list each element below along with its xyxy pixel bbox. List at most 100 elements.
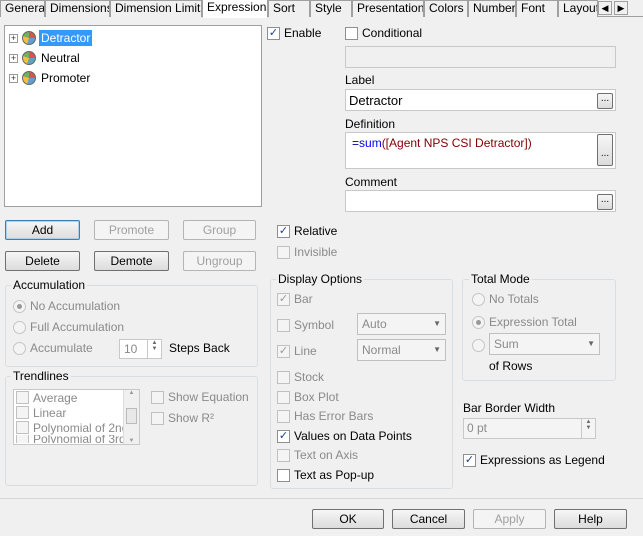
no-totals-label: No Totals — [489, 292, 539, 306]
tab-sort[interactable]: Sort — [268, 0, 310, 17]
values-on-data-points-checkbox[interactable]: ✓ Values on Data Points — [277, 428, 412, 444]
steps-back-label: Steps Back — [169, 341, 230, 355]
chevron-down-icon: ▼ — [433, 345, 441, 354]
bar-checkbox[interactable]: ✓ Bar — [277, 291, 313, 307]
delete-button[interactable]: Delete — [5, 251, 80, 271]
sum-dropdown[interactable]: Sum ▼ — [489, 333, 600, 355]
add-button[interactable]: Add — [5, 220, 80, 240]
bar-border-width-spinner[interactable]: 0 pt ▲ ▼ — [463, 418, 596, 439]
tab-font[interactable]: Font — [516, 0, 558, 17]
conditional-checkbox[interactable]: Conditional — [345, 25, 422, 41]
ok-button[interactable]: OK — [312, 509, 384, 529]
definition-field[interactable]: =sum([Agent NPS CSI Detractor]) — [345, 132, 616, 169]
expand-icon[interactable]: + — [9, 73, 18, 83]
spin-arrows[interactable]: ▲ ▼ — [581, 419, 595, 438]
list-item[interactable]: Average — [14, 390, 139, 405]
demote-button[interactable]: Demote — [94, 251, 169, 271]
tab-layout[interactable]: Layout — [558, 0, 598, 17]
relative-checkbox[interactable]: ✓ Relative — [277, 223, 337, 239]
ungroup-button[interactable]: Ungroup — [183, 251, 256, 271]
check-icon: ✓ — [267, 26, 280, 40]
scroll-thumb[interactable] — [126, 408, 137, 424]
symbol-checkbox[interactable]: Symbol — [277, 317, 334, 333]
stock-checkbox[interactable]: Stock — [277, 369, 324, 385]
spin-down-icon[interactable]: ▼ — [582, 425, 595, 431]
radio-icon — [472, 292, 485, 306]
definition-ellipsis-button[interactable]: ... — [597, 134, 613, 166]
label-ellipsis-button[interactable]: ... — [597, 93, 613, 109]
label-field[interactable]: Detractor — [345, 89, 616, 111]
list-item-label: Linear — [33, 405, 67, 420]
expand-icon[interactable]: + — [9, 53, 18, 63]
tab-scroll-right-button[interactable]: ▶ — [614, 1, 628, 15]
tab-bar: General Dimensions Dimension Limits Expr… — [0, 0, 643, 18]
accumulate-radio[interactable]: Accumulate — [13, 340, 93, 356]
tab-style[interactable]: Style — [310, 0, 352, 17]
full-accumulation-radio[interactable]: Full Accumulation — [13, 319, 124, 335]
check-icon: ✓ — [277, 292, 290, 306]
spin-arrows[interactable]: ▲ ▼ — [147, 340, 161, 358]
tab-number[interactable]: Number — [468, 0, 516, 17]
has-error-bars-checkbox[interactable]: Has Error Bars — [277, 408, 373, 424]
symbol-value: Auto — [362, 317, 387, 331]
tab-presentation[interactable]: Presentation — [352, 0, 424, 17]
cancel-button[interactable]: Cancel — [392, 509, 465, 529]
tab-general[interactable]: General — [0, 0, 45, 17]
group-button[interactable]: Group — [183, 220, 256, 240]
tree-item-neutral[interactable]: + Neutral — [9, 49, 82, 67]
expression-total-radio[interactable]: Expression Total — [472, 314, 577, 330]
list-item[interactable]: Polynomial of 2nd d — [14, 420, 139, 435]
apply-button[interactable]: Apply — [473, 509, 546, 529]
trendlines-list[interactable]: Average Linear Polynomial of 2nd d Polyn… — [13, 389, 140, 445]
no-accumulation-radio[interactable]: No Accumulation — [13, 298, 120, 314]
box-plot-label: Box Plot — [294, 390, 339, 404]
radio-icon — [13, 341, 26, 355]
definition-arg: ([Agent NPS CSI Detractor]) — [381, 136, 532, 150]
conditional-field[interactable] — [345, 46, 616, 68]
expressions-as-legend-checkbox[interactable]: ✓ Expressions as Legend — [463, 452, 605, 468]
help-button[interactable]: Help — [554, 509, 627, 529]
tab-colors[interactable]: Colors — [424, 0, 468, 17]
accumulation-title: Accumulation — [11, 278, 88, 292]
scroll-down-icon[interactable]: ▼ — [124, 438, 139, 444]
invisible-checkbox[interactable]: Invisible — [277, 244, 337, 260]
line-checkbox[interactable]: ✓ Line — [277, 343, 317, 359]
sum-radio[interactable] — [472, 337, 489, 353]
accumulate-label: Accumulate — [30, 341, 93, 355]
tab-expressions[interactable]: Expressions — [202, 0, 268, 18]
line-value: Normal — [362, 343, 401, 357]
enable-checkbox[interactable]: ✓ Enable — [267, 25, 321, 41]
tab-dimensions[interactable]: Dimensions — [45, 0, 110, 17]
tree-item-detractor[interactable]: + Detractor — [9, 29, 93, 47]
comment-caption: Comment — [345, 175, 398, 189]
radio-icon — [13, 299, 26, 313]
list-scrollbar[interactable]: ▲ ▼ — [123, 390, 139, 444]
tab-dimension-limits[interactable]: Dimension Limits — [110, 0, 202, 17]
show-r2-checkbox[interactable]: Show R² — [151, 410, 214, 426]
expressions-tree[interactable]: + Detractor + Neutral + Promoter — [4, 25, 262, 207]
list-item[interactable]: Polynomial of 3rd d — [14, 435, 139, 443]
check-icon: ✓ — [277, 429, 290, 443]
tree-item-promoter[interactable]: + Promoter — [9, 69, 92, 87]
show-equation-checkbox[interactable]: Show Equation — [151, 389, 249, 405]
comment-field[interactable] — [345, 190, 616, 212]
text-on-axis-label: Text on Axis — [294, 448, 359, 462]
tree-item-label: Promoter — [41, 71, 91, 85]
symbol-dropdown[interactable]: Auto ▼ — [357, 313, 446, 335]
text-as-popup-checkbox[interactable]: Text as Pop-up — [277, 467, 374, 483]
steps-back-spinner[interactable]: 10 ▲ ▼ — [119, 339, 162, 359]
text-on-axis-checkbox[interactable]: Text on Axis — [277, 447, 358, 463]
box-plot-checkbox[interactable]: Box Plot — [277, 389, 339, 405]
promote-button[interactable]: Promote — [94, 220, 169, 240]
tab-scroll-left-button[interactable]: ◀ — [598, 1, 612, 15]
radio-icon — [13, 320, 26, 334]
spin-down-icon[interactable]: ▼ — [148, 346, 161, 352]
expand-icon[interactable]: + — [9, 33, 18, 43]
invisible-label: Invisible — [294, 245, 338, 259]
no-totals-radio[interactable]: No Totals — [472, 291, 539, 307]
line-dropdown[interactable]: Normal ▼ — [357, 339, 446, 361]
scroll-up-icon[interactable]: ▲ — [124, 390, 139, 396]
list-item[interactable]: Linear — [14, 405, 139, 420]
comment-ellipsis-button[interactable]: ... — [597, 194, 613, 210]
definition-eq: = — [352, 136, 360, 150]
